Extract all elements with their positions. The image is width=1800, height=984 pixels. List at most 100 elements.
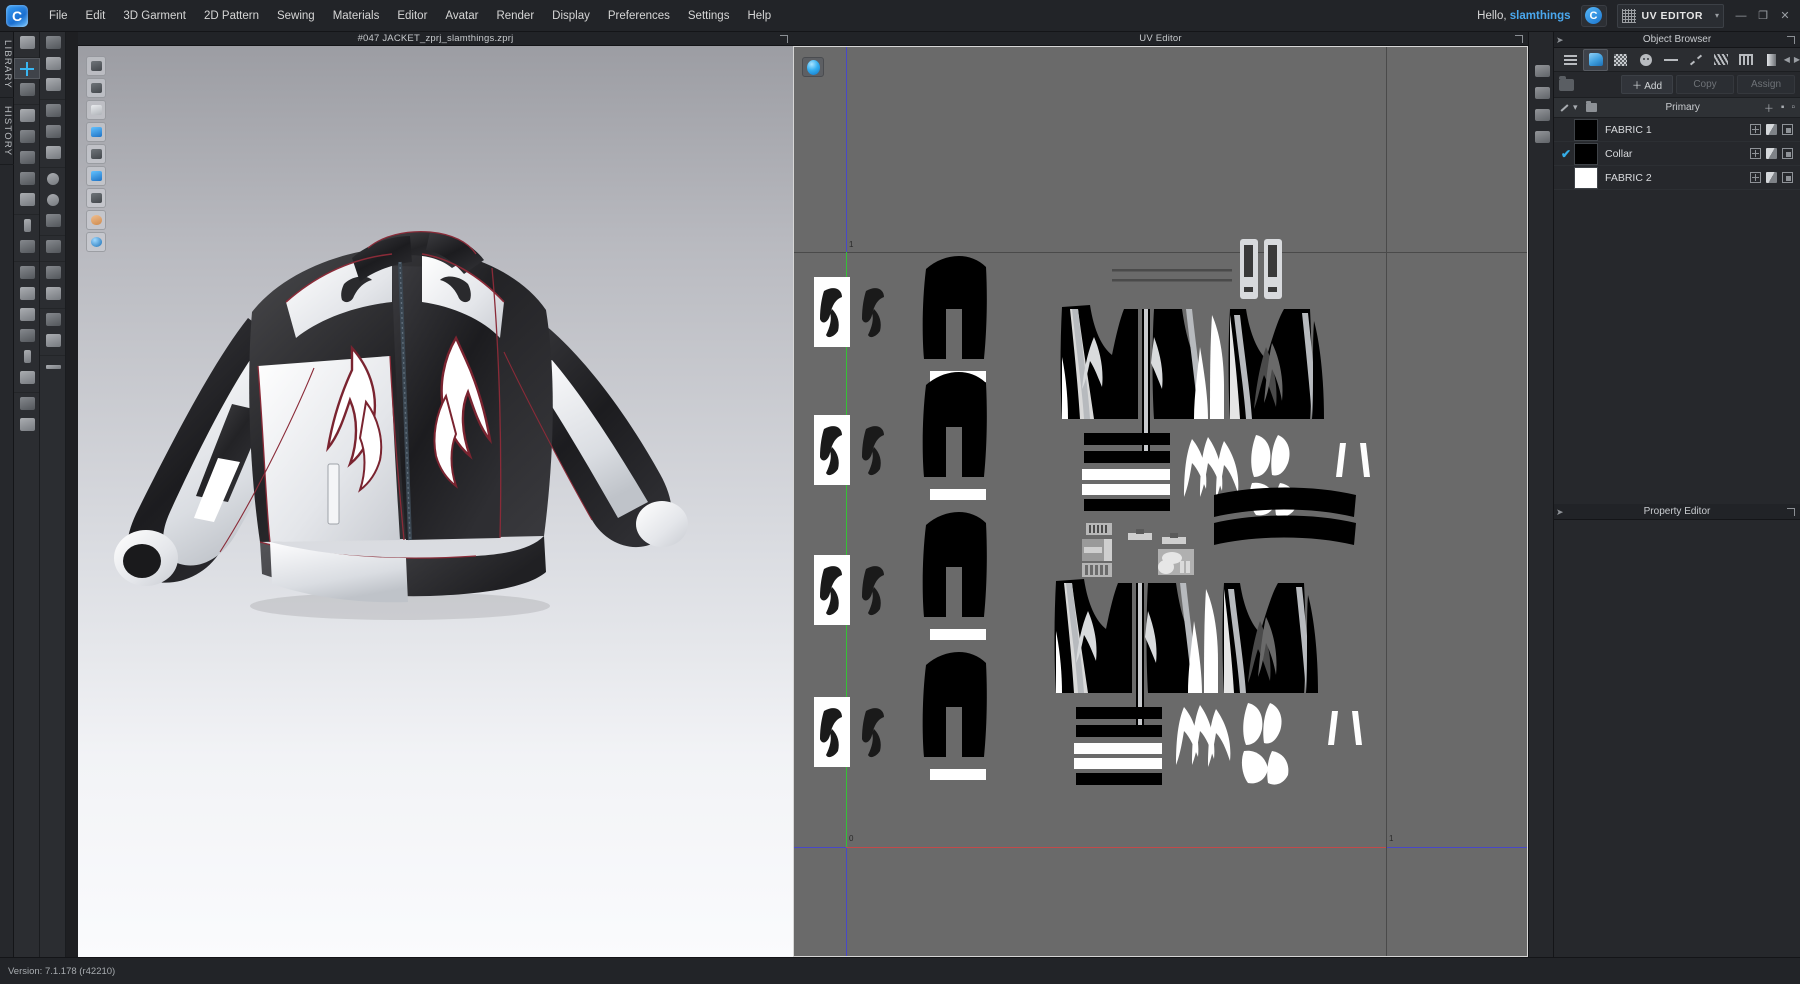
skin-icon[interactable] xyxy=(86,210,106,230)
tool-gradient-a[interactable] xyxy=(40,309,66,330)
garment-fit-icon[interactable] xyxy=(86,78,106,98)
tool-buttonhole[interactable] xyxy=(14,304,40,325)
uv-editor-canvas[interactable]: 1 0 1 xyxy=(793,46,1528,957)
avatar-select-icon[interactable] xyxy=(86,144,106,164)
menu-sewing[interactable]: Sewing xyxy=(268,4,324,28)
minimize-button[interactable]: — xyxy=(1730,6,1752,26)
viewport-3d-canvas[interactable] xyxy=(78,46,793,957)
group-add-icon[interactable]: ＋ xyxy=(1764,100,1774,115)
row-check-icon[interactable]: ✔ xyxy=(1558,147,1574,161)
cloud-sync-button[interactable]: C xyxy=(1581,5,1607,27)
menu-display[interactable]: Display xyxy=(543,4,599,28)
tool-pattern-select[interactable] xyxy=(40,32,66,53)
texture-icon[interactable] xyxy=(1766,148,1777,159)
tool-gradient-b[interactable] xyxy=(40,330,66,351)
tool-fabric-b[interactable] xyxy=(40,283,66,304)
tool-pleat[interactable] xyxy=(40,100,66,121)
checker-texture-icon[interactable] xyxy=(1608,49,1633,71)
table-row[interactable]: FABRIC 1 xyxy=(1554,118,1800,142)
folder-icon[interactable] xyxy=(1559,79,1574,91)
close-button[interactable]: ✕ xyxy=(1774,6,1796,26)
tool-button-place[interactable] xyxy=(40,168,66,189)
group-options-icon[interactable]: ▾ xyxy=(1573,102,1578,113)
add-property-icon[interactable] xyxy=(1750,148,1761,159)
menu-avatar[interactable]: Avatar xyxy=(436,4,487,28)
fabric-swatch[interactable] xyxy=(1574,167,1598,189)
detail-icon[interactable] xyxy=(1782,124,1793,135)
expand-object-browser-icon[interactable] xyxy=(1787,36,1795,44)
add-button[interactable]: ＋ Add xyxy=(1621,75,1673,94)
tool-unfold[interactable] xyxy=(14,147,40,168)
tool-brush[interactable] xyxy=(14,236,40,257)
menu-editor[interactable]: Editor xyxy=(388,4,436,28)
tool-curve[interactable] xyxy=(14,168,40,189)
gradient-icon[interactable] xyxy=(1759,49,1784,71)
app-logo-icon[interactable]: C xyxy=(6,5,28,27)
tool-garment-move[interactable] xyxy=(14,393,40,414)
table-row[interactable]: ✔ Collar xyxy=(1554,142,1800,166)
menu-settings[interactable]: Settings xyxy=(679,4,739,28)
globe-icon[interactable] xyxy=(86,232,106,252)
tool-transform[interactable] xyxy=(14,58,40,79)
menu-file[interactable]: File xyxy=(40,4,77,28)
tool-tape[interactable] xyxy=(14,215,40,236)
fabric-icon[interactable] xyxy=(86,166,106,186)
tab-history[interactable]: HISTORY xyxy=(0,98,14,165)
dock-pin-icon[interactable]: ➤ xyxy=(1556,35,1564,46)
tool-pattern-cut[interactable] xyxy=(40,74,66,95)
uv-snapshot-icon[interactable] xyxy=(1529,60,1555,82)
tool-garment[interactable] xyxy=(14,105,40,126)
menu-preferences[interactable]: Preferences xyxy=(599,4,679,28)
menu-materials[interactable]: Materials xyxy=(324,4,389,28)
expand-property-editor-icon[interactable] xyxy=(1787,508,1795,516)
menu-edit[interactable]: Edit xyxy=(77,4,115,28)
property-dock-pin-icon[interactable]: ➤ xyxy=(1556,507,1564,518)
maximize-button[interactable]: ❐ xyxy=(1752,6,1774,26)
texture-icon[interactable] xyxy=(1766,172,1777,183)
toolbar-prev-icon[interactable]: ◀ xyxy=(1784,55,1790,64)
chevron-down-icon[interactable]: ▾ xyxy=(1715,11,1719,20)
uv-arrange-icon[interactable] xyxy=(1529,126,1555,148)
tool-button-detail[interactable] xyxy=(40,189,66,210)
tool-pin[interactable] xyxy=(14,79,40,100)
tool-zipper[interactable] xyxy=(14,262,40,283)
tool-topstitch[interactable] xyxy=(14,346,40,367)
fitting-map-icon[interactable] xyxy=(86,100,106,120)
edit-pencil-icon[interactable] xyxy=(1559,103,1570,113)
menu-render[interactable]: Render xyxy=(487,4,543,28)
menu-2d-pattern[interactable]: 2D Pattern xyxy=(195,4,268,28)
tool-zipper-pattern[interactable] xyxy=(40,236,66,257)
tool-dart[interactable] xyxy=(40,121,66,142)
dashed-line-icon[interactable] xyxy=(1683,49,1708,71)
tool-garment-edit[interactable] xyxy=(14,414,40,435)
object-group-header[interactable]: ▾ Primary ＋ ▪ ▫ xyxy=(1554,98,1800,118)
detail-icon[interactable] xyxy=(1782,172,1793,183)
menu-help[interactable]: Help xyxy=(738,4,780,28)
group-folder-add-icon[interactable]: ▪ xyxy=(1781,102,1785,113)
add-property-icon[interactable] xyxy=(1750,124,1761,135)
tool-stitch[interactable] xyxy=(14,189,40,210)
trim-icon[interactable] xyxy=(1734,49,1759,71)
detail-icon[interactable] xyxy=(1782,148,1793,159)
snapshot-3d-icon[interactable] xyxy=(86,56,106,76)
copy-button[interactable]: Copy xyxy=(1676,75,1734,94)
texture-icon[interactable] xyxy=(1766,124,1777,135)
fabric-swatch[interactable] xyxy=(1574,143,1598,165)
fabric-icon[interactable] xyxy=(1583,49,1608,71)
tool-select-mesh[interactable] xyxy=(14,32,40,53)
tool-avatar[interactable] xyxy=(14,367,40,388)
group-delete-icon[interactable]: ▫ xyxy=(1791,102,1795,113)
table-row[interactable]: FABRIC 2 xyxy=(1554,166,1800,190)
tool-fabric-a[interactable] xyxy=(40,262,66,283)
tool-measure[interactable] xyxy=(40,356,66,377)
shade-icon[interactable] xyxy=(86,188,106,208)
toolbar-next-icon[interactable]: ▶ xyxy=(1794,55,1800,64)
uv-move-icon[interactable] xyxy=(1529,104,1555,126)
expand-viewport-3d-icon[interactable] xyxy=(780,35,788,43)
mode-selector[interactable]: UV EDITOR ▾ xyxy=(1617,4,1725,28)
uv-capture-icon[interactable] xyxy=(1529,82,1555,104)
tool-lock[interactable] xyxy=(40,210,66,231)
menu-3d-garment[interactable]: 3D Garment xyxy=(114,4,195,28)
pressure-map-icon[interactable] xyxy=(86,122,106,142)
tool-pattern-shape[interactable] xyxy=(40,142,66,163)
